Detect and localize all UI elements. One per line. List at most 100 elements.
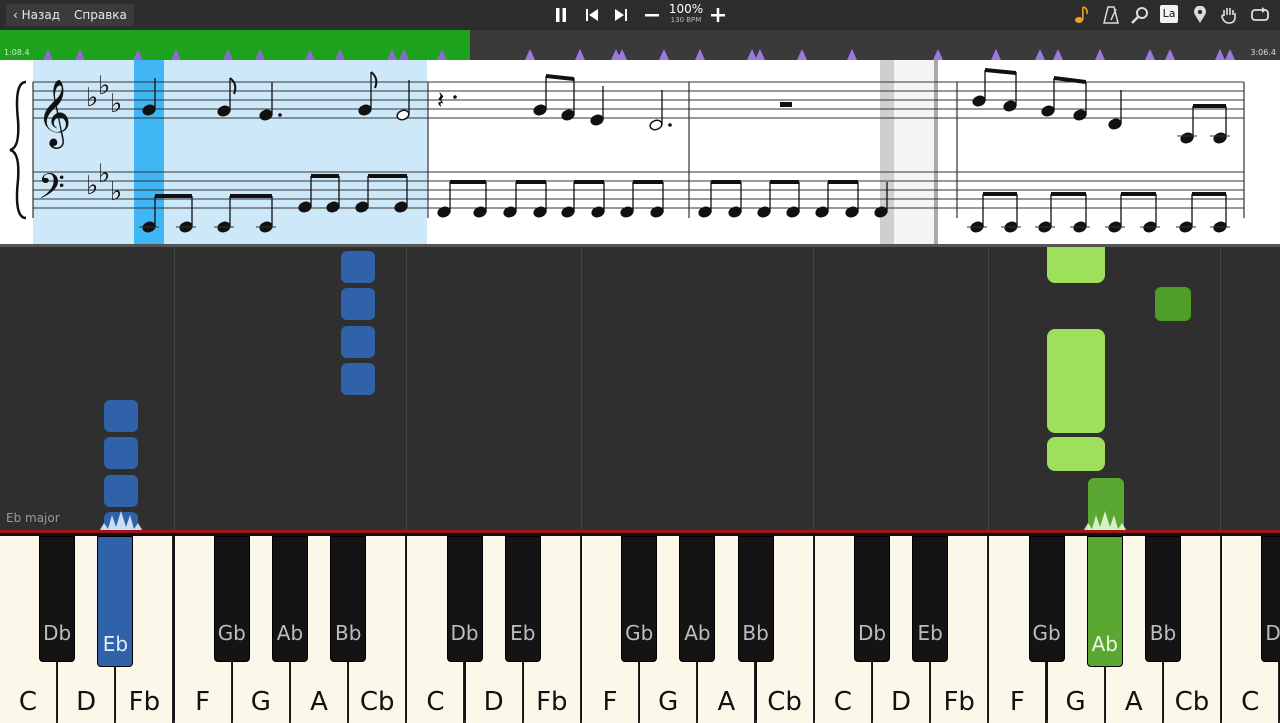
key-label: Gb [1032,621,1061,645]
measure-line [813,247,814,533]
current-position-cursor [134,60,164,244]
timeline-marker [437,49,447,60]
timeline-marker [847,49,857,60]
hand-icon[interactable] [1218,4,1240,26]
back-label: Назад [21,8,61,22]
black-key-pressed[interactable]: Ab [1086,536,1123,667]
black-key[interactable]: Gb [621,536,658,662]
note-head [1041,105,1055,117]
key-label: Fb [128,687,161,717]
key-label: G [658,687,679,717]
key-label: A [1124,687,1143,717]
zoom-out-icon[interactable] [641,4,663,26]
note-name-label: La [1160,5,1178,23]
key-label: Cb [767,687,802,717]
measure-line [581,247,582,533]
key-label: Gb [625,621,654,645]
falling-note-right-hand [1047,247,1105,283]
timeline-marker [387,49,397,60]
timeline-marker [659,49,669,60]
black-key[interactable]: Db [1261,536,1280,662]
timeline-marker [1095,49,1105,60]
skip-forward-icon[interactable] [610,4,632,26]
black-key[interactable]: Eb [504,536,541,662]
svg-text:♭: ♭ [86,171,98,201]
key-label: Cb [1174,687,1210,717]
black-key[interactable]: Eb [912,536,949,662]
key-label: A [717,687,736,717]
note-beam [311,174,339,178]
black-key[interactable]: Bb [737,536,774,662]
key-label: Bb [742,621,769,645]
black-key[interactable]: Db [446,536,483,662]
note-head [1073,109,1087,121]
help-button[interactable]: Справка [67,4,134,26]
note-beam [1054,76,1086,84]
key-label: Eb [917,621,943,645]
key-label: Bb [334,621,362,645]
black-key[interactable]: Db [854,536,890,662]
falling-note-left-hand [341,326,375,358]
black-key[interactable]: Ab [272,536,308,662]
key-label: C [18,687,38,717]
skip-back-icon[interactable] [581,4,603,26]
key-label: A [310,687,328,717]
page-divider [934,60,938,244]
search-icon[interactable] [1129,4,1151,26]
timeline-scrubber[interactable]: 1:08.4 3:06.4 [0,30,1280,60]
metronome-icon[interactable] [1100,4,1122,26]
key-label: D [890,687,912,717]
key-label: Eb [102,632,129,656]
black-key[interactable]: Ab [679,536,716,662]
note-head [1180,132,1194,144]
key-label: Bb [1149,621,1177,645]
key-label: Eb [510,621,536,645]
black-key[interactable]: Bb [330,536,367,662]
pause-icon[interactable] [550,4,572,26]
note-head [1213,132,1227,144]
measure-line [1220,247,1221,533]
note-beam [1193,104,1226,108]
sheet-music[interactable]: 𝄞 𝄢 ♭ ♭ ♭ ♭ ♭ ♭ 𝄽 [0,60,1280,244]
page-gap [894,60,934,244]
timeline-start-time: 1:08.4 [4,48,30,57]
note-head [561,109,575,121]
help-label: Справка [74,8,127,22]
timeline-marker [1145,49,1155,60]
timeline-marker [133,49,143,60]
black-key[interactable]: Gb [1028,536,1065,662]
black-key[interactable]: Bb [1145,536,1181,662]
loop-icon[interactable] [1248,4,1272,26]
falling-note-left-hand [104,475,138,507]
timeline-marker [933,49,943,60]
marker-icon[interactable] [1189,4,1211,26]
note-beam [230,194,272,198]
timeline-marker [1215,49,1225,60]
zoom-in-icon[interactable] [707,4,729,26]
grand-staff-brace [9,80,27,220]
measure-line [174,247,175,533]
key-label: D [76,687,97,717]
black-key-pressed[interactable]: Eb [97,536,134,667]
black-key[interactable]: Db [39,536,76,662]
key-label: Db [450,621,479,645]
key-signature-label: Eb major [6,511,60,525]
note-icon[interactable] [1071,4,1093,26]
timeline-marker [335,49,345,60]
note-head [533,104,547,116]
back-button[interactable]: ‹ Назад [6,4,68,26]
note-beam [1121,192,1156,196]
piano-roll: Eb major [0,244,1280,533]
falling-note-left-hand [341,288,375,320]
measure-line [988,247,989,533]
falling-note-left-hand [341,363,375,395]
note-dot [278,113,282,117]
key-label: D [483,687,504,717]
black-key[interactable]: Gb [213,536,250,662]
key-label: Ab [1091,632,1118,656]
piano-keyboard[interactable]: C D Fb F G A Cb C D Fb F G A Cb C D Fb F G A Cb C Db Eb Gb Ab Bb Db… [0,530,1280,723]
note-head [590,114,604,126]
timeline-note-markers [43,49,1235,60]
timeline-end-time: 3:06.4 [1250,48,1276,57]
note-name-icon[interactable]: La [1158,4,1180,26]
